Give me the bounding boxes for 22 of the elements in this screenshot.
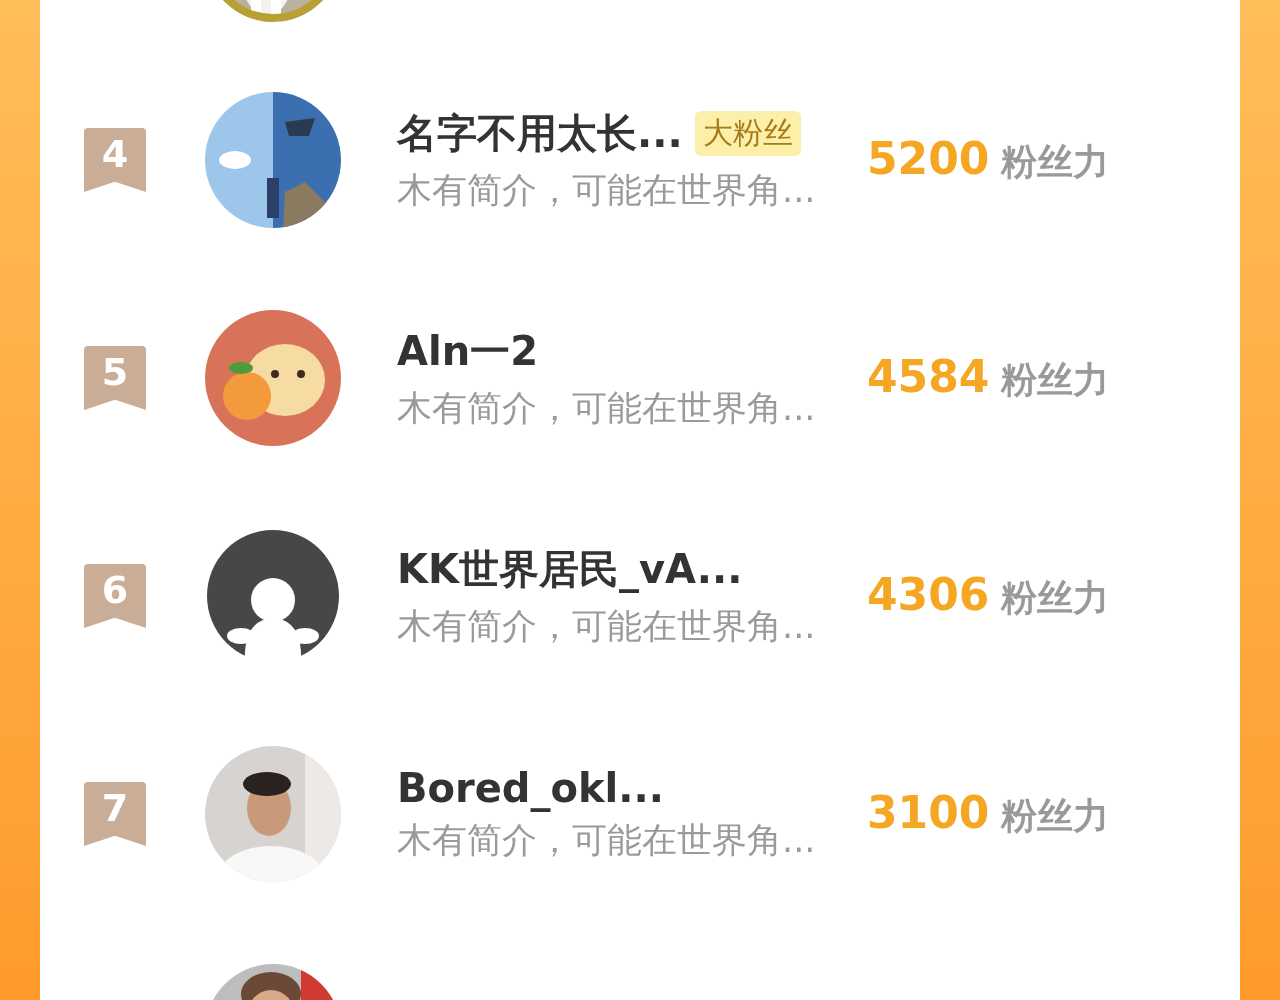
user-intro: 木有简介，可能在世界角... [397, 605, 817, 648]
fan-tag: 大粉丝 [694, 111, 801, 156]
rank-ribbon: 4 [84, 128, 146, 192]
fan-score: 5200 [867, 133, 990, 184]
rank-ribbon: 5 [84, 346, 146, 410]
user-intro: 木有简介，可能在世界角... [397, 818, 817, 862]
user-name: KK世界居民_vA... [397, 545, 743, 595]
fan-score: 3100 [867, 787, 990, 838]
user-intro: 木有简介，可能在世界角... [397, 387, 817, 430]
user-intro: 木有简介，可能在世界角... [397, 169, 817, 212]
score-unit: 粉丝力 [1001, 140, 1110, 184]
user-name: Bored_okl... [397, 764, 664, 811]
user-name: Aln一2 [397, 327, 538, 376]
rank-ribbon: 6 [84, 564, 146, 628]
rank-ribbon: 7 [84, 782, 146, 846]
score-unit: 粉丝力 [1001, 358, 1110, 402]
score-unit: 粉丝力 [1001, 576, 1110, 620]
avatar-icon [205, 528, 341, 664]
fan-score: 4306 [867, 569, 990, 620]
user-name: 名字不用太长... [397, 109, 683, 158]
fan-score: 4584 [867, 351, 990, 402]
score-unit: 粉丝力 [1001, 794, 1110, 838]
